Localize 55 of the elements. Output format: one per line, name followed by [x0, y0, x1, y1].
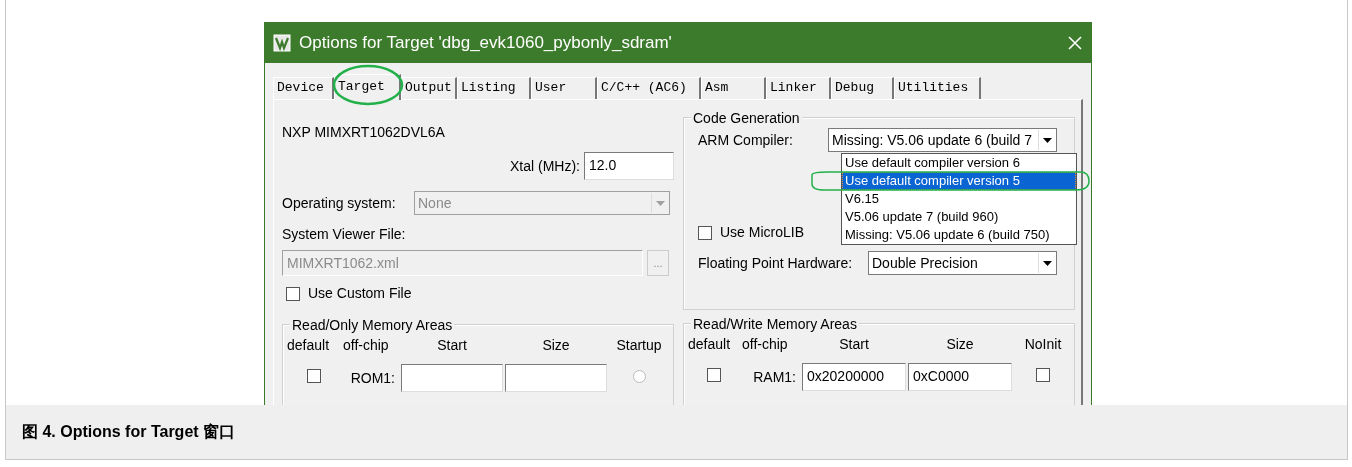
size-field[interactable]: 0xC0000	[908, 363, 1012, 391]
dropdown-option[interactable]: V6.15	[842, 190, 1076, 208]
tab[interactable]: C/C++ (AC6)	[597, 77, 701, 99]
compiler-dropdown[interactable]: Missing: V5.06 update 6 (build 7	[828, 128, 1057, 152]
column-header: Startup	[615, 336, 663, 355]
dropdown-option[interactable]: Use default compiler version 6	[842, 154, 1076, 172]
dropdown-arrow-icon	[1043, 260, 1052, 266]
row-label: RAM1:	[752, 367, 797, 387]
field-label: ARM Compiler:	[698, 130, 794, 150]
checkbox-label: Use MicroLIB	[720, 223, 805, 242]
dropdown-arrow-icon	[656, 200, 665, 206]
column-header: off-chip	[343, 336, 390, 355]
figure-caption: 图 4. Options for Target 窗口	[6, 405, 1347, 459]
column-header: off-chip	[742, 335, 789, 354]
row-label: ROM1:	[349, 368, 396, 388]
checkbox-label: Use Custom File	[308, 284, 412, 303]
checkbox[interactable]	[1036, 367, 1050, 382]
app-icon	[273, 34, 291, 52]
dropdown-option[interactable]: Missing: V5.06 update 6 (build 750)	[842, 226, 1076, 244]
tab[interactable]: User	[531, 77, 597, 99]
field-label: Operating system:	[282, 193, 397, 213]
column-header: Size	[541, 336, 571, 355]
column-header: default	[688, 335, 732, 354]
checkbox[interactable]	[707, 367, 721, 382]
xtal-field[interactable]: 12.0	[584, 152, 674, 180]
highlight-ellipse	[332, 64, 404, 106]
tab[interactable]: Listing	[457, 77, 531, 99]
tab[interactable]: Utilities	[894, 77, 981, 99]
size-field[interactable]	[505, 364, 607, 392]
device-name: NXP MIMXRT1062DVL6A	[282, 123, 446, 142]
tab[interactable]: Target	[334, 74, 401, 100]
window-title: Options for Target 'dbg_evk1060_pybonly_sdram'	[299, 32, 673, 55]
field-label: System Viewer File:	[282, 225, 407, 244]
dropdown-option[interactable]: V5.06 update 7 (build 960)	[842, 208, 1076, 226]
radio-button[interactable]	[632, 369, 646, 383]
field-label: Floating Point Hardware:	[698, 253, 854, 273]
tab[interactable]: Linker	[766, 77, 831, 99]
checkbox[interactable]	[286, 286, 300, 301]
tab[interactable]: Output	[401, 77, 457, 99]
close-icon[interactable]	[1067, 35, 1083, 51]
checkbox[interactable]	[307, 368, 321, 383]
tab[interactable]: Device	[273, 77, 334, 99]
column-header: NoInit	[1023, 335, 1063, 354]
fpu-dropdown[interactable]: Double Precision	[868, 251, 1057, 275]
tab[interactable]: Debug	[831, 77, 894, 99]
column-header: Size	[945, 335, 975, 354]
start-field[interactable]: 0x20200000	[802, 363, 906, 391]
field-label: Xtal (MHz):	[510, 156, 580, 176]
column-header: Start	[436, 336, 468, 355]
checkbox[interactable]	[698, 225, 712, 240]
dropdown-arrow-icon	[1043, 137, 1052, 143]
column-header: Start	[838, 335, 870, 354]
column-header: default	[287, 336, 331, 355]
start-field[interactable]	[401, 364, 503, 392]
tab[interactable]: Asm	[701, 77, 766, 99]
